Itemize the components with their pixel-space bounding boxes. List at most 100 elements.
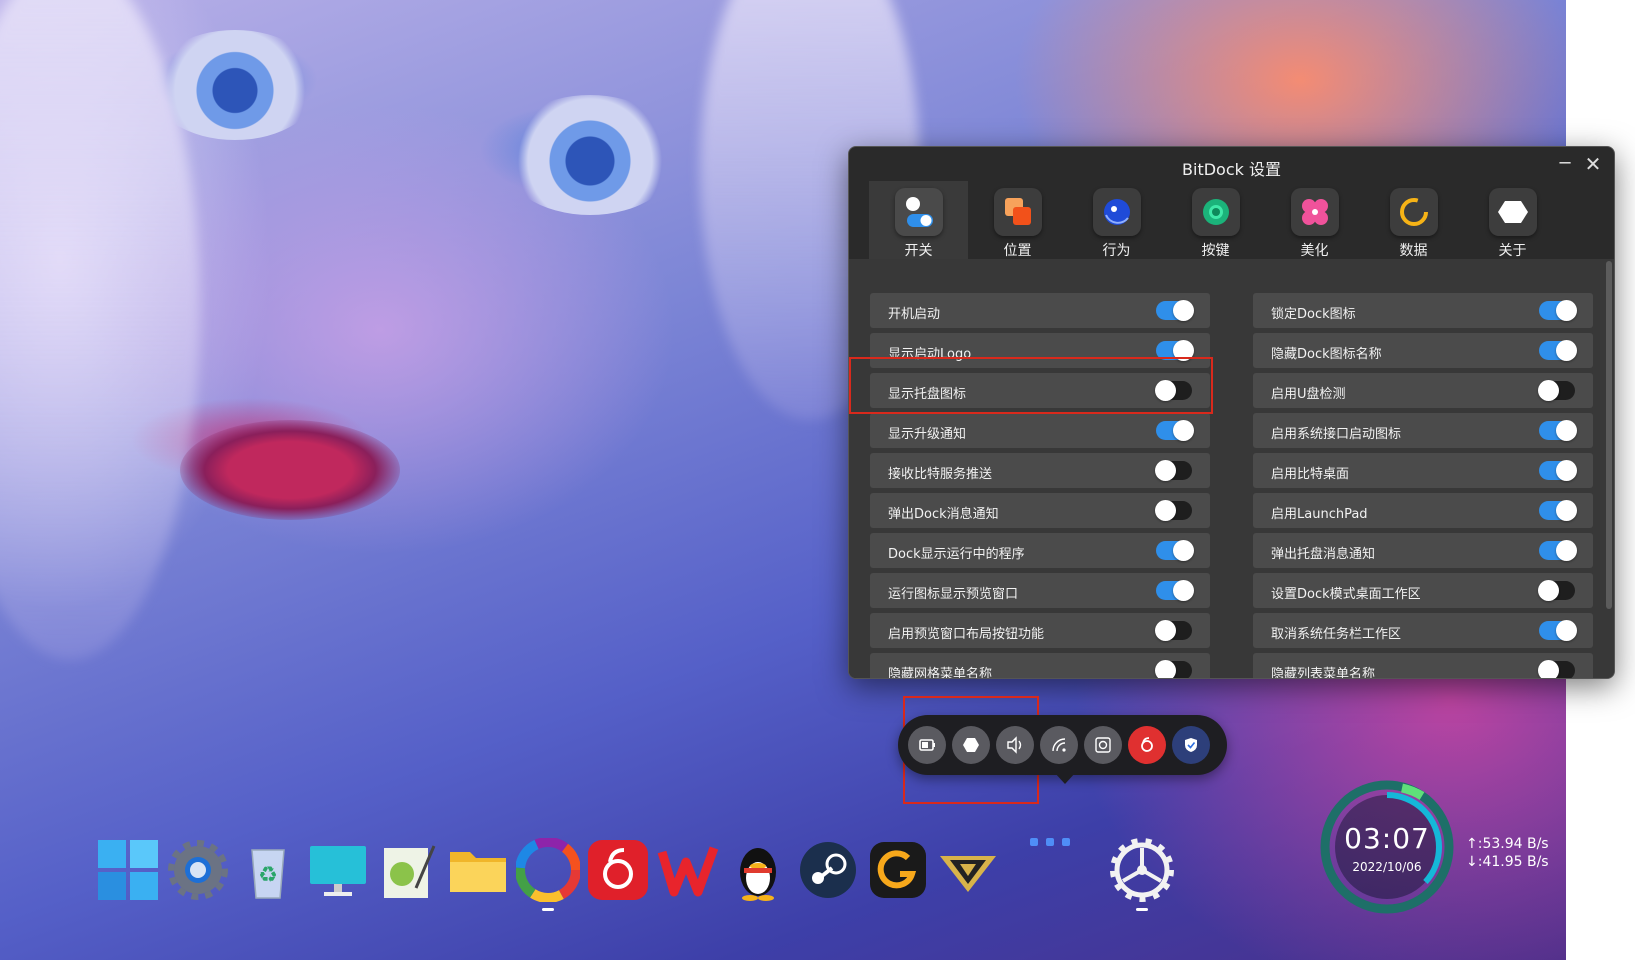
toggle-switch[interactable]: [1539, 340, 1577, 361]
setting-row: 显示升级通知: [870, 413, 1210, 448]
netease-music-icon[interactable]: [1128, 726, 1166, 764]
gg-app-icon[interactable]: [866, 838, 930, 902]
toggle-knob: [1556, 540, 1577, 561]
setting-row: 接收比特服务推送: [870, 453, 1210, 488]
toggle-switch[interactable]: [1156, 540, 1194, 561]
title-bar[interactable]: BitDock 设置 ─ ✕: [849, 147, 1614, 181]
position-squares-icon: [993, 188, 1042, 236]
toggle-knob: [1538, 380, 1559, 401]
toggle-knob: [1173, 300, 1194, 321]
toggle-knob: [1556, 620, 1577, 641]
toggle-switch[interactable]: [1539, 300, 1577, 321]
close-button[interactable]: ✕: [1580, 151, 1606, 177]
toggle-switch[interactable]: [1156, 300, 1194, 321]
setting-label: 隐藏列表菜单名称: [1271, 667, 1376, 679]
toggle-switch[interactable]: [1156, 420, 1194, 441]
steam-icon[interactable]: [796, 838, 860, 902]
toggle-knob: [1173, 540, 1194, 561]
toggle-knob: [1173, 580, 1194, 601]
speaker-icon[interactable]: [996, 726, 1034, 764]
tab-switches[interactable]: 开关: [869, 181, 968, 259]
setting-row: 锁定Dock图标: [1253, 293, 1593, 328]
setting-label: 启用比特桌面: [1271, 467, 1350, 482]
qq-penguin-icon[interactable]: [726, 838, 790, 902]
setting-label: 启用系统接口启动图标: [1271, 427, 1402, 442]
minimize-button[interactable]: ─: [1552, 151, 1578, 177]
setting-label: 开机启动: [888, 307, 941, 322]
bitdock-hexagon-icon[interactable]: [952, 726, 990, 764]
toggle-knob: [1155, 620, 1176, 641]
settings-gear-icon[interactable]: [166, 838, 230, 902]
toggle-switch[interactable]: [1539, 540, 1577, 561]
toggle-switch[interactable]: [1155, 500, 1192, 521]
toggle-switch[interactable]: [1539, 420, 1577, 441]
notepad-plus-icon[interactable]: [376, 838, 440, 902]
shield-icon[interactable]: [1172, 726, 1210, 764]
setting-row: 弹出托盘消息通知: [1253, 533, 1593, 568]
tab-label: 数据: [1399, 243, 1428, 259]
toggle-switch[interactable]: [1155, 660, 1192, 678]
clock-widget[interactable]: 03:07 2022/10/06: [1318, 778, 1456, 916]
toggle-switch-icon: [894, 188, 943, 236]
toggle-switch[interactable]: [1156, 580, 1194, 601]
toggle-knob: [1556, 300, 1577, 321]
setting-label: 设置Dock模式桌面工作区: [1271, 587, 1421, 602]
tab-data[interactable]: 数据: [1364, 181, 1463, 259]
toggle-switch[interactable]: [1539, 460, 1577, 481]
setting-row: 设置Dock模式桌面工作区: [1253, 573, 1593, 608]
tab-behavior[interactable]: 行为: [1067, 181, 1166, 259]
window-title: BitDock 设置: [1182, 160, 1281, 179]
battery-icon[interactable]: [908, 726, 946, 764]
setting-label: 隐藏Dock图标名称: [1271, 347, 1382, 362]
toggle-knob: [1538, 580, 1559, 601]
color-wheel-browser-icon[interactable]: [515, 837, 581, 903]
game-emblem-icon[interactable]: [936, 838, 1000, 902]
tab-about[interactable]: 关于: [1463, 181, 1562, 259]
running-indicator: [1136, 908, 1148, 911]
tab-label: 关于: [1498, 243, 1527, 259]
wallpaper-eye-left: [150, 30, 320, 140]
tab-keys[interactable]: 按键: [1166, 181, 1265, 259]
toggle-switch[interactable]: [1539, 500, 1577, 521]
recycle-bin-icon[interactable]: ♻: [236, 838, 300, 902]
toggle-knob: [1556, 340, 1577, 361]
toggle-switch[interactable]: [1155, 620, 1192, 641]
clock-date: 2022/10/06: [1352, 860, 1422, 874]
key-circle-icon: [1191, 188, 1240, 236]
toggle-switch[interactable]: [1155, 460, 1192, 481]
download-speed: ↓:41.95 B/s: [1466, 854, 1549, 870]
setting-label: 接收比特服务推送: [888, 467, 993, 482]
setting-label: 隐藏网格菜单名称: [888, 667, 993, 679]
toggle-switch[interactable]: [1155, 380, 1192, 401]
bitdock-settings-icon[interactable]: [1110, 838, 1174, 902]
toggle-knob: [1556, 500, 1577, 521]
monitor-icon[interactable]: [306, 838, 370, 902]
more-dots-icon[interactable]: [1028, 838, 1092, 902]
tab-beautify[interactable]: 美化: [1265, 181, 1364, 259]
settings-content: 开机启动 显示启动Logo 显示托盘图标 显示升级通知 接收比特服务推送 弹出D…: [849, 259, 1614, 678]
settings-column-right: 锁定Dock图标 隐藏Dock图标名称 启用U盘检测 启用系统接口启动图标 启用…: [1253, 293, 1593, 679]
setting-label: 弹出托盘消息通知: [1271, 547, 1376, 562]
wifi-icon[interactable]: [1040, 726, 1078, 764]
setting-row: 开机启动: [870, 293, 1210, 328]
folder-icon[interactable]: [446, 838, 510, 902]
toggle-knob: [1173, 340, 1194, 361]
toggle-switch[interactable]: [1538, 380, 1575, 401]
toggle-switch[interactable]: [1156, 340, 1194, 361]
toggle-switch[interactable]: [1539, 620, 1577, 641]
scrollbar[interactable]: [1606, 261, 1612, 609]
toggle-switch[interactable]: [1538, 580, 1575, 601]
tab-position[interactable]: 位置: [968, 181, 1067, 259]
clock-time: 03:07: [1344, 822, 1430, 855]
screenshot-icon[interactable]: [1084, 726, 1122, 764]
netease-music-dock-icon[interactable]: [586, 838, 650, 902]
hexagon-icon: [1488, 188, 1537, 236]
setting-row: 隐藏列表菜单名称: [1253, 653, 1593, 679]
upload-speed: ↑:53.94 B/s: [1466, 836, 1549, 852]
wps-office-icon[interactable]: [656, 838, 720, 902]
toggle-switch[interactable]: [1538, 660, 1575, 678]
flower-icon: [1290, 188, 1339, 236]
windows-start-icon[interactable]: [96, 838, 160, 902]
setting-row: 启用预览窗口布局按钮功能: [870, 613, 1210, 648]
setting-row: 隐藏Dock图标名称: [1253, 333, 1593, 368]
